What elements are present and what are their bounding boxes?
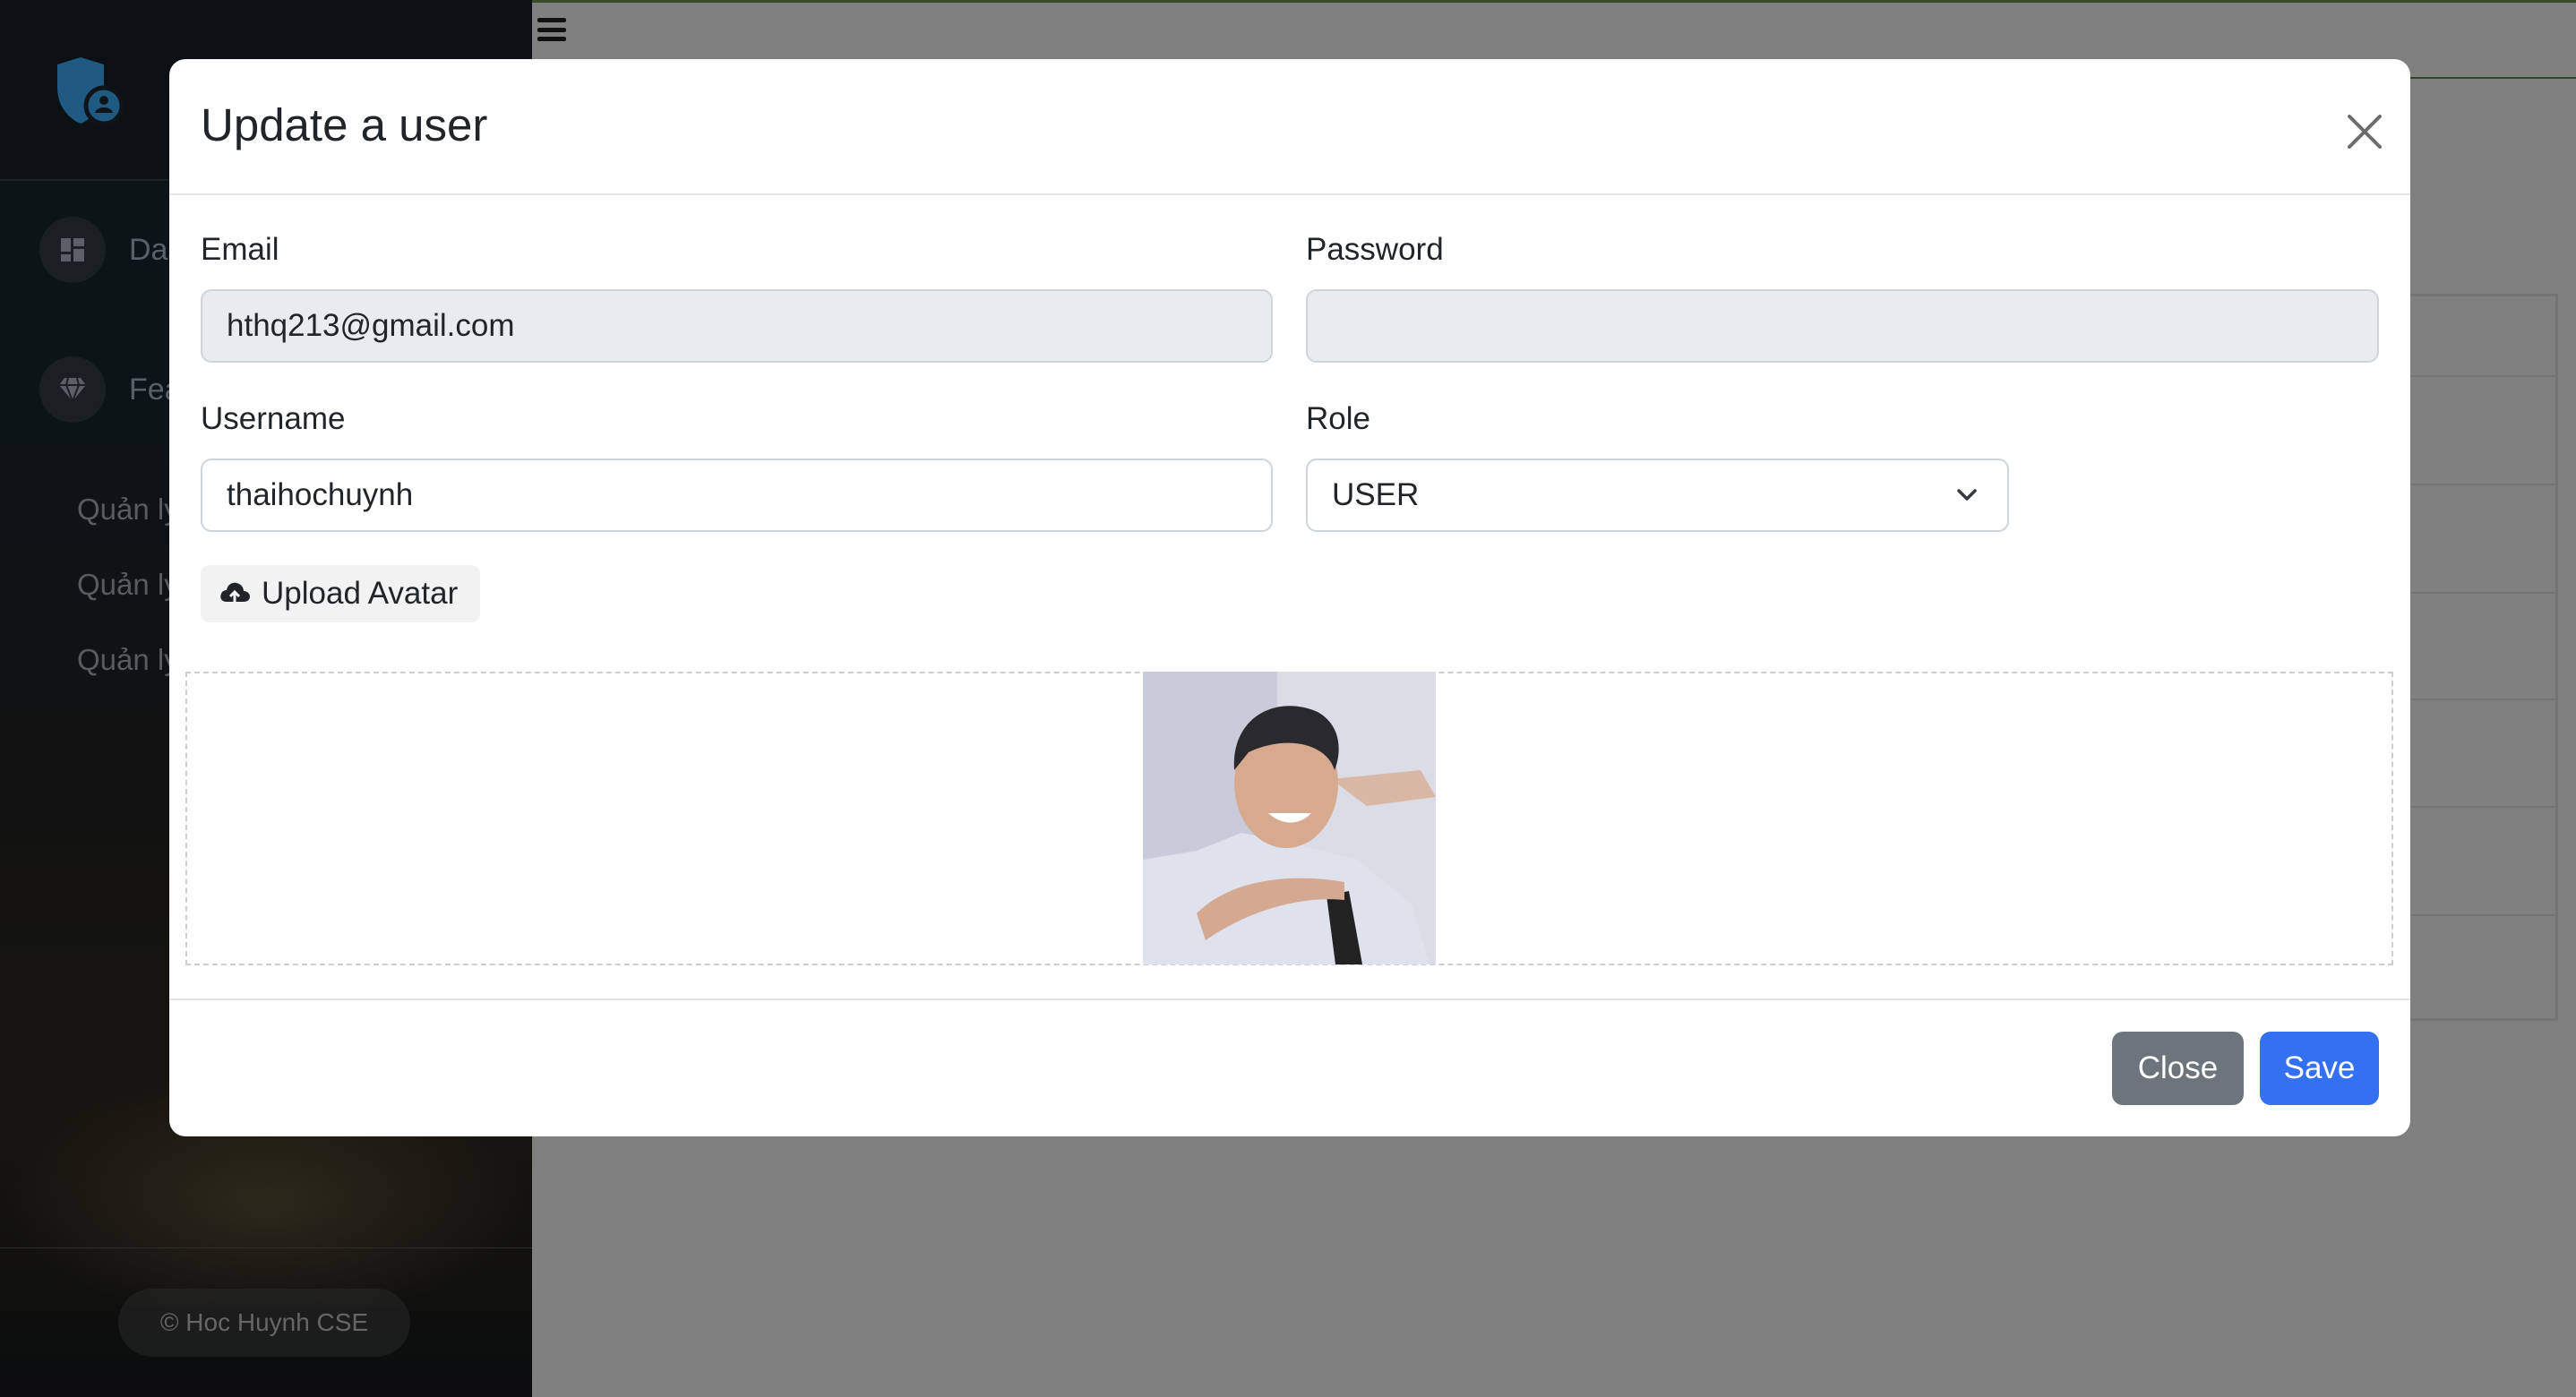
shield-user-logo-icon <box>57 57 125 126</box>
password-field[interactable] <box>1306 289 2379 363</box>
email-label: Email <box>201 232 279 267</box>
sidebar-subitem[interactable]: Quản lý <box>77 493 179 527</box>
email-field[interactable]: hthq213@gmail.com <box>201 289 1273 363</box>
avatar-preview-image <box>1143 672 1436 964</box>
update-user-modal: Update a user Email hthq213@gmail.com Pa… <box>169 59 2410 1136</box>
email-value: hthq213@gmail.com <box>227 308 515 343</box>
modal-title: Update a user <box>201 99 488 150</box>
sidebar-subitem[interactable]: Quản lý <box>77 643 179 677</box>
username-value: thaihochuynh <box>227 477 414 512</box>
sidebar-subitem[interactable]: Quản lý <box>77 568 179 602</box>
chevron-down-icon <box>1957 489 1977 501</box>
role-label: Role <box>1306 401 1370 436</box>
sidebar-footer-divider <box>0 1247 532 1248</box>
username-label: Username <box>201 401 346 436</box>
password-label: Password <box>1306 232 1444 267</box>
save-button[interactable]: Save <box>2260 1032 2379 1105</box>
dashboard-icon <box>39 217 106 283</box>
hamburger-menu-icon[interactable] <box>537 16 566 43</box>
modal-footer-divider <box>169 998 2410 1000</box>
cloud-upload-icon <box>220 582 250 605</box>
background-user-table <box>2400 294 2558 1021</box>
role-value: USER <box>1332 477 1420 512</box>
modal-header-divider <box>169 193 2410 195</box>
sidebar-footer-copyright: © Hoc Huynh CSE <box>118 1289 410 1357</box>
gem-icon <box>39 356 106 423</box>
username-field[interactable]: thaihochuynh <box>201 459 1273 532</box>
upload-avatar-label: Upload Avatar <box>262 576 459 611</box>
upload-avatar-button[interactable]: Upload Avatar <box>201 565 480 622</box>
close-button[interactable]: Close <box>2112 1032 2244 1105</box>
role-select[interactable]: USER <box>1306 459 2009 532</box>
close-icon[interactable] <box>2342 109 2387 154</box>
